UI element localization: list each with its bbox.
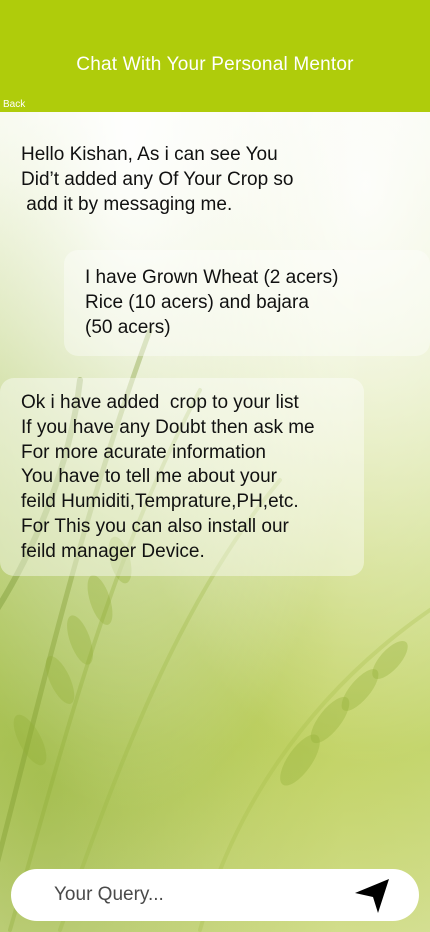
- chat-message-mentor: Hello Kishan, As i can see You Did’t add…: [0, 131, 430, 231]
- send-arrow-icon: [355, 879, 389, 913]
- message-text: I have Grown Wheat (2 acers) Rice (10 ac…: [85, 267, 339, 338]
- send-button[interactable]: [351, 875, 393, 917]
- chat-message-user: I have Grown Wheat (2 acers) Rice (10 ac…: [64, 250, 430, 356]
- page-title: Chat With Your Personal Mentor: [76, 54, 354, 75]
- message-text: Hello Kishan, As i can see You Did’t add…: [21, 144, 294, 215]
- app-header: Chat With Your Personal Mentor Back: [0, 0, 430, 112]
- query-input[interactable]: [54, 879, 344, 911]
- message-text: Ok i have added crop to your list If you…: [21, 392, 315, 562]
- back-button[interactable]: Back: [3, 99, 25, 110]
- message-composer: [11, 869, 419, 921]
- chat-message-mentor: Ok i have added crop to your list If you…: [0, 378, 364, 576]
